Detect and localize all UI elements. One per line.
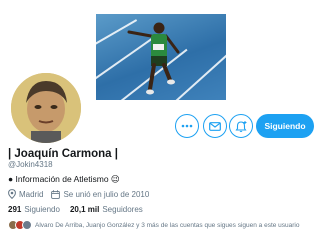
following-label: Siguiendo [24, 205, 60, 214]
profile-handle: @Jokin4318 [8, 160, 53, 169]
banner-image[interactable] [96, 14, 226, 100]
followers-you-know[interactable]: Alvaro De Arriba, Juanjo González y 3 má… [8, 220, 320, 230]
runner-figure [127, 22, 180, 95]
envelope-icon [209, 121, 221, 131]
notifications-button[interactable] [229, 114, 253, 138]
location-text: Madrid [19, 189, 44, 199]
calendar-icon [51, 189, 61, 199]
profile-name: | Joaquín Carmona | [8, 148, 118, 160]
more-options-button[interactable] [175, 114, 199, 138]
bell-plus-icon [234, 120, 247, 132]
profile-bio: ● Información de Atletismo 😉 [8, 174, 120, 184]
following-count-link[interactable]: 291 Siguiendo [8, 205, 60, 214]
profile-meta: Madrid Se unió en julio de 2010 [8, 189, 157, 199]
following-count: 291 [8, 205, 22, 214]
mini-avatar [22, 220, 32, 230]
join-date: Se unió en julio de 2010 [51, 190, 149, 199]
followers-you-know-text: Alvaro De Arriba, Juanjo González y 3 má… [35, 221, 300, 229]
profile-stats: 291 Siguiendo 20,1 mil Seguidores [8, 205, 153, 214]
message-button[interactable] [203, 114, 227, 138]
avatar-photo [11, 73, 81, 143]
followers-count-link[interactable]: 20,1 mil Seguidores [70, 205, 143, 214]
location-pin-icon [8, 189, 16, 199]
location: Madrid [8, 189, 43, 199]
following-button[interactable]: Siguiendo [256, 114, 314, 138]
followers-label: Seguidores [102, 205, 143, 214]
more-icon [181, 124, 193, 128]
followers-count: 20,1 mil [69, 205, 100, 214]
join-date-text: Se unió en julio de 2010 [63, 189, 150, 199]
avatar[interactable] [8, 70, 84, 146]
